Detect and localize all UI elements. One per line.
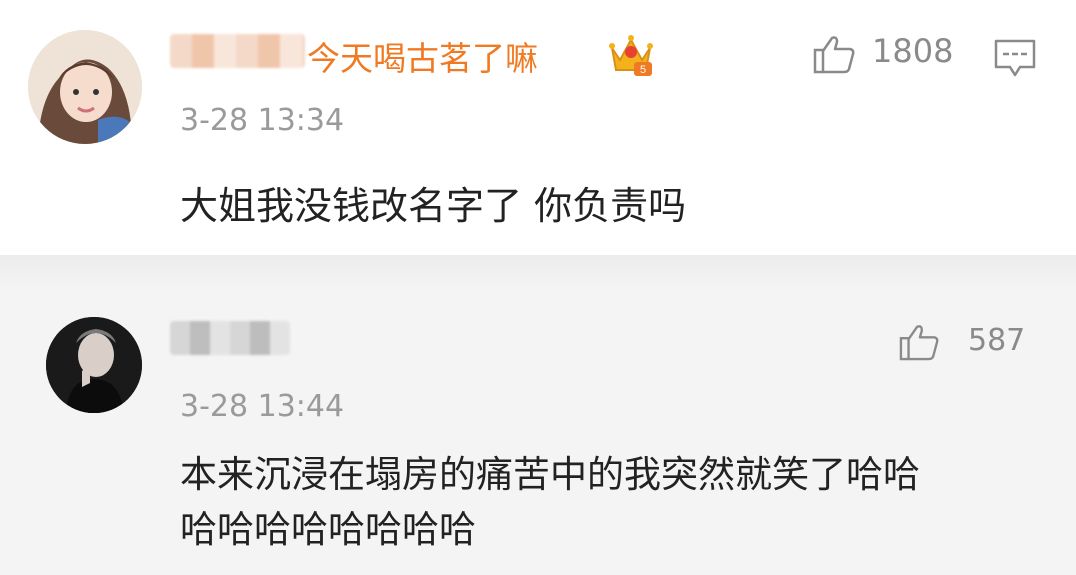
comment-item: 今天喝古茗了嘛 5 1808 3-28 13:34 大姐我没钱改名字了 你负责吗 <box>0 0 1076 255</box>
like-count: 1808 <box>872 32 954 70</box>
avatar[interactable] <box>46 317 142 413</box>
comment-timestamp: 3-28 13:34 <box>180 103 345 138</box>
username[interactable]: 今天喝古茗了嘛 <box>307 32 538 80</box>
thumbs-up-icon <box>813 36 855 74</box>
divider <box>0 255 1076 285</box>
username-blurred[interactable] <box>170 321 290 355</box>
crown-level-5-icon: 5 <box>609 35 653 76</box>
comment-text: 本来沉浸在塌房的痛苦中的我突然就笑了哈哈 哈哈哈哈哈哈哈哈 <box>180 447 1040 557</box>
svg-text:5: 5 <box>640 64 646 76</box>
avatar-image <box>46 317 142 413</box>
like-count: 587 <box>968 323 1026 358</box>
avatar-image <box>28 30 142 144</box>
comment-timestamp: 3-28 13:44 <box>180 389 345 424</box>
username-blurred[interactable] <box>170 34 305 68</box>
avatar[interactable] <box>28 30 142 144</box>
reply-comment-icon[interactable] <box>994 38 1036 78</box>
thumbs-up-icon <box>899 325 939 361</box>
comment-text-line: 哈哈哈哈哈哈哈哈 <box>180 508 476 551</box>
comment-item: 587 3-28 13:44 本来沉浸在塌房的痛苦中的我突然就笑了哈哈 哈哈哈哈… <box>0 285 1076 575</box>
comment-text-line: 本来沉浸在塌房的痛苦中的我突然就笑了哈哈 <box>180 453 920 496</box>
comment-text: 大姐我没钱改名字了 你负责吗 <box>180 184 687 228</box>
